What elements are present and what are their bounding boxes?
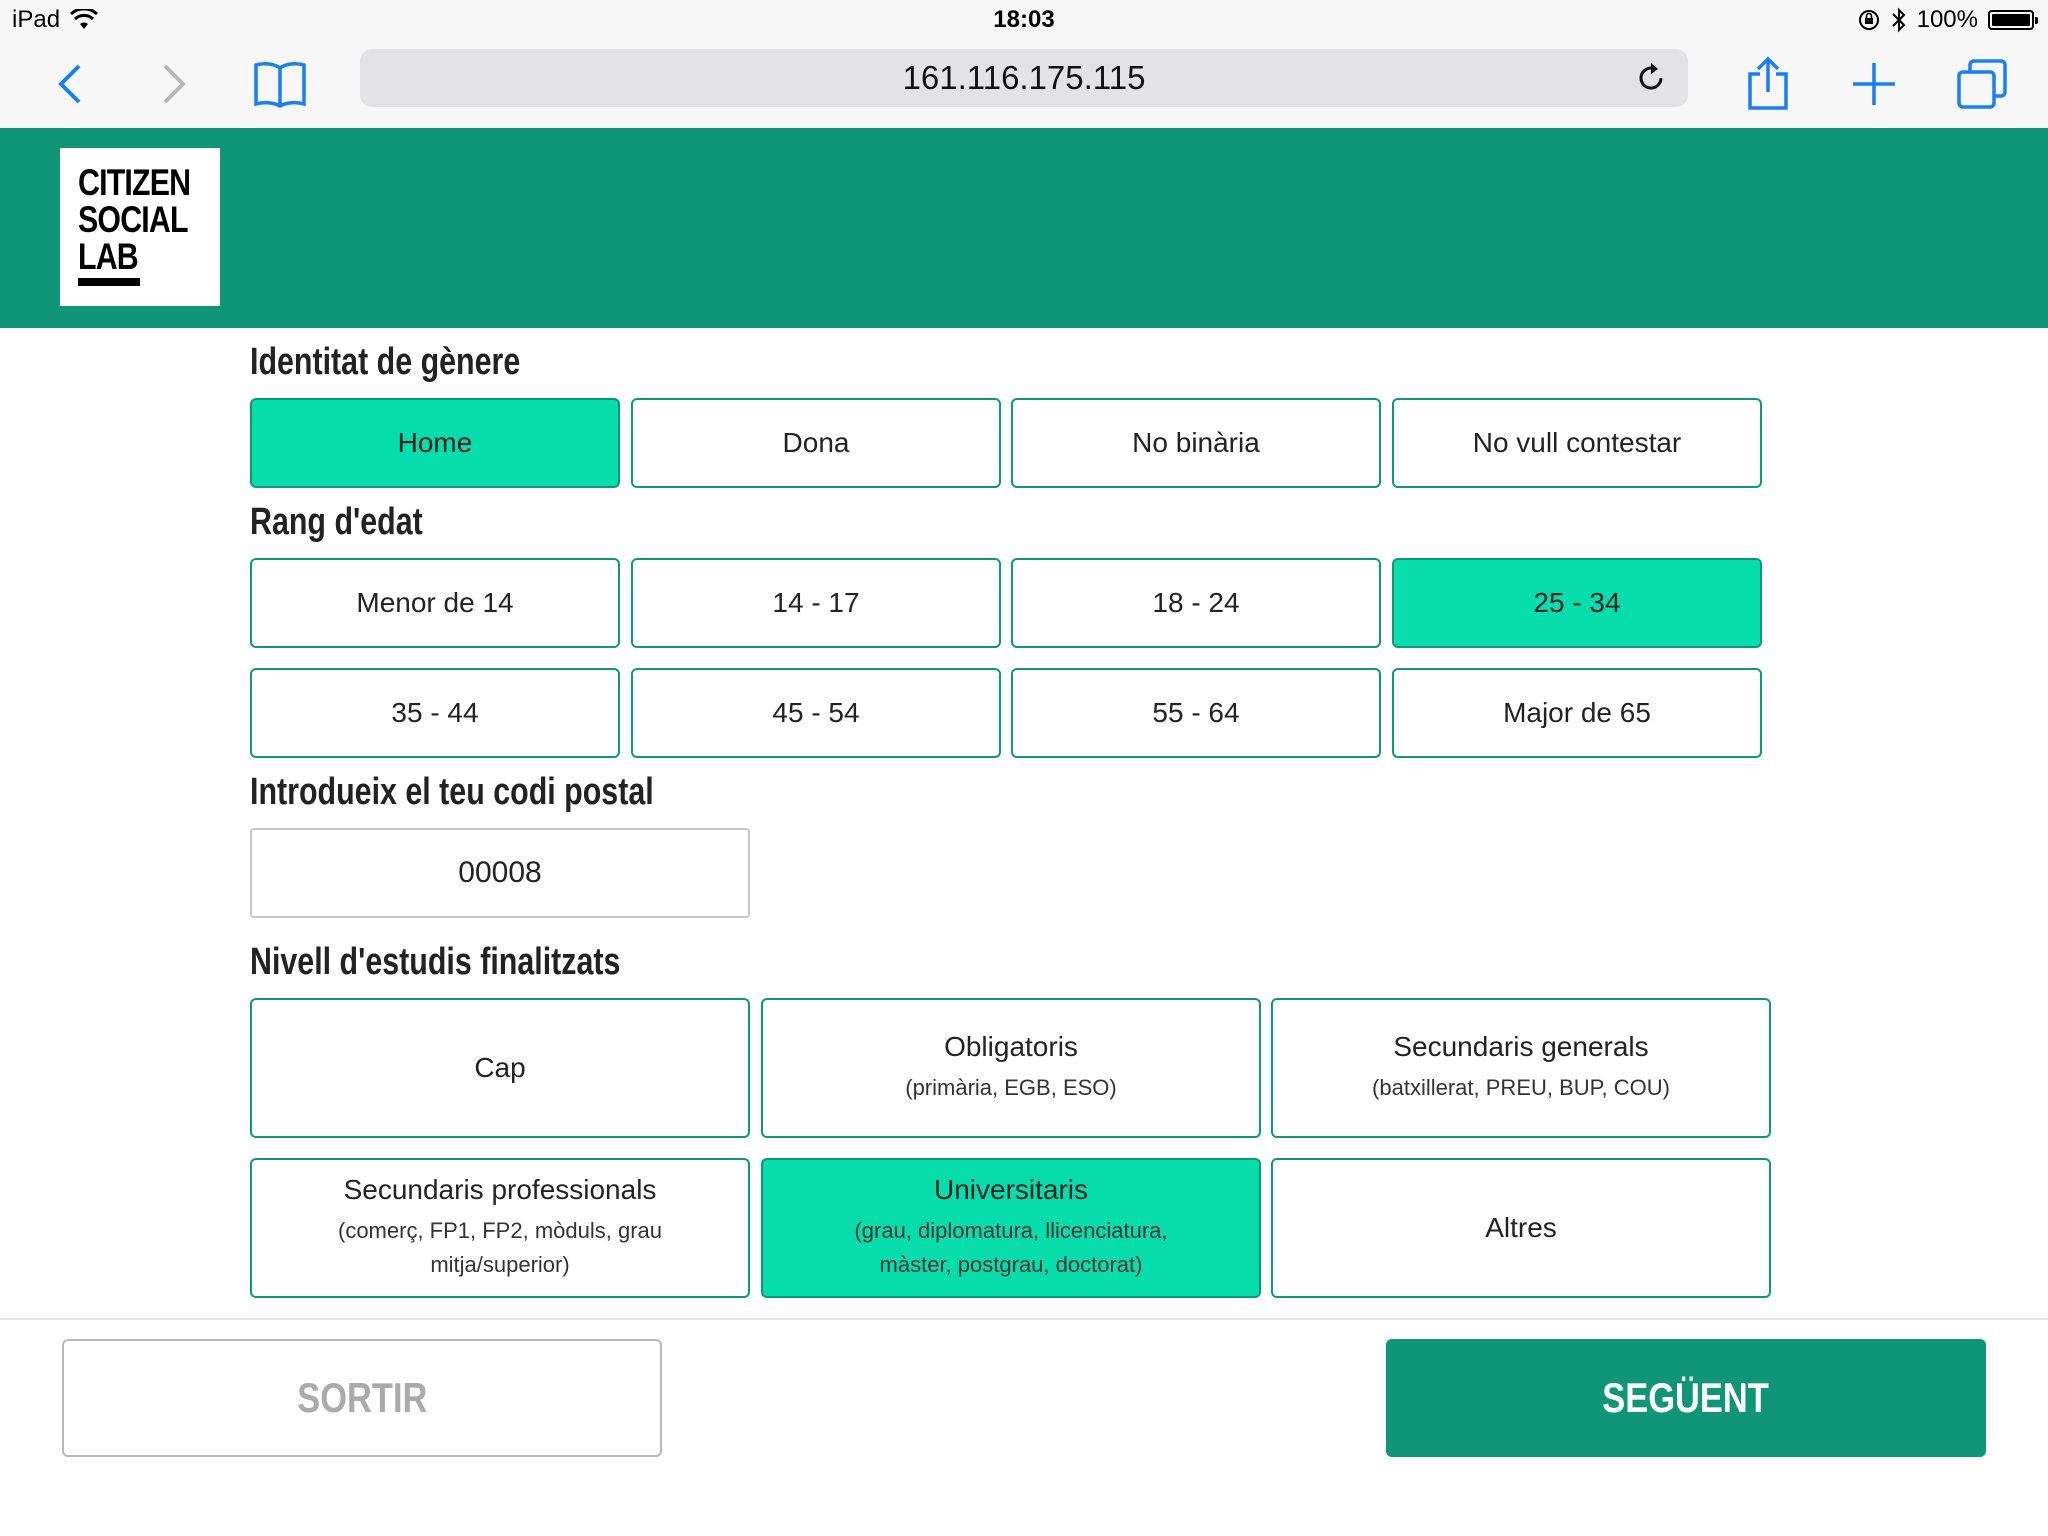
studies-option-cap[interactable]: Cap xyxy=(250,998,750,1138)
tabs-icon xyxy=(1957,59,2007,109)
postal-title: Introdueix el teu codi postal xyxy=(250,771,654,813)
exit-label: SORTIR xyxy=(296,1374,428,1421)
option-label: Obligatoris xyxy=(944,1031,1078,1062)
share-icon xyxy=(1748,56,1788,110)
plus-icon xyxy=(1853,63,1895,105)
option-label: Universitaris xyxy=(933,1174,1089,1205)
battery-icon xyxy=(1988,10,2038,30)
address-bar[interactable]: 161.116.175.115 xyxy=(360,49,1688,107)
age-title: Rang d'edat xyxy=(250,501,423,543)
option-label: Cap xyxy=(474,1052,526,1083)
back-button[interactable] xyxy=(40,54,100,114)
logo-line-2: SOCIAL xyxy=(78,199,189,240)
forward-button[interactable] xyxy=(144,54,204,114)
chevron-left-icon xyxy=(58,64,81,104)
status-time: 18:03 xyxy=(993,6,1055,33)
age-option-18-24[interactable]: 18 - 24 xyxy=(1011,558,1381,648)
studies-option-secundaris-professionals[interactable]: Secundaris professionals (comerç, FP1, F… xyxy=(250,1158,750,1298)
gender-option-no-binaria[interactable]: No binària xyxy=(1011,398,1381,488)
option-label: No binària xyxy=(1132,427,1260,458)
browser-toolbar: 161.116.175.115 xyxy=(0,40,2048,129)
exit-button[interactable]: SORTIR xyxy=(62,1339,662,1457)
studies-option-obligatoris[interactable]: Obligatoris (primària, EGB, ESO) xyxy=(761,998,1261,1138)
option-label: 55 - 64 xyxy=(1152,697,1240,728)
orientation-lock-icon xyxy=(1858,10,1879,30)
option-detail: (comerç, FP1, FP2, mòduls, grau mitja/su… xyxy=(338,1218,662,1277)
app-header: CITIZEN SOCIAL LAB xyxy=(0,128,2048,328)
option-label: 25 - 34 xyxy=(1533,587,1621,618)
next-button[interactable]: SEGÜENT xyxy=(1386,1339,1986,1457)
status-bar: iPad 18:03 100% xyxy=(0,0,2048,40)
logo-line-3: LAB xyxy=(78,236,139,277)
option-label: Secundaris generals xyxy=(1393,1031,1649,1062)
studies-option-secundaris-generals[interactable]: Secundaris generals (batxillerat, PREU, … xyxy=(1271,998,1771,1138)
option-label: 35 - 44 xyxy=(391,697,479,728)
share-button[interactable] xyxy=(1738,54,1798,114)
option-label: Dona xyxy=(782,427,850,458)
studies-option-universitaris[interactable]: Universitaris (grau, diplomatura, llicen… xyxy=(761,1158,1261,1298)
option-label: 18 - 24 xyxy=(1152,587,1240,618)
logo-underline xyxy=(78,278,140,286)
option-label: Major de 65 xyxy=(1503,697,1651,728)
chevron-right-icon xyxy=(163,64,186,104)
bluetooth-icon xyxy=(1891,7,1906,33)
option-label: No vull contestar xyxy=(1472,427,1682,458)
age-option-under-14[interactable]: Menor de 14 xyxy=(250,558,620,648)
option-detail: (batxillerat, PREU, BUP, COU) xyxy=(1372,1075,1670,1100)
postal-code-input[interactable] xyxy=(250,828,750,918)
gender-option-home[interactable]: Home xyxy=(250,398,620,488)
gender-option-no-contestar[interactable]: No vull contestar xyxy=(1392,398,1762,488)
studies-option-altres[interactable]: Altres xyxy=(1271,1158,1771,1298)
age-option-45-54[interactable]: 45 - 54 xyxy=(631,668,1001,758)
citizen-social-lab-logo[interactable]: CITIZEN SOCIAL LAB xyxy=(60,148,220,306)
option-label: Menor de 14 xyxy=(356,587,514,618)
age-option-14-17[interactable]: 14 - 17 xyxy=(631,558,1001,648)
option-label: 14 - 17 xyxy=(772,587,860,618)
bookmarks-button[interactable] xyxy=(250,54,310,114)
option-label: Altres xyxy=(1485,1212,1557,1243)
battery-percent: 100% xyxy=(1916,6,1978,33)
age-option-25-34[interactable]: 25 - 34 xyxy=(1392,558,1762,648)
studies-title: Nivell d'estudis finalitzats xyxy=(250,941,621,983)
option-detail: (primària, EGB, ESO) xyxy=(905,1075,1117,1100)
option-label: Secundaris professionals xyxy=(343,1174,657,1205)
next-label: SEGÜENT xyxy=(1602,1374,1770,1421)
gender-title: Identitat de gènere xyxy=(250,341,521,383)
option-label: Home xyxy=(397,427,473,458)
option-detail: (grau, diplomatura, llicenciatura, màste… xyxy=(854,1218,1168,1277)
book-icon xyxy=(254,62,306,108)
age-option-over-65[interactable]: Major de 65 xyxy=(1392,668,1762,758)
logo-line-1: CITIZEN xyxy=(78,162,191,203)
option-label: 45 - 54 xyxy=(772,697,860,728)
new-tab-button[interactable] xyxy=(1844,54,1904,114)
reload-icon[interactable] xyxy=(1634,61,1668,95)
gender-option-dona[interactable]: Dona xyxy=(631,398,1001,488)
url-text: 161.116.175.115 xyxy=(902,59,1146,96)
age-option-55-64[interactable]: 55 - 64 xyxy=(1011,668,1381,758)
footer-divider xyxy=(0,1318,2048,1320)
age-option-35-44[interactable]: 35 - 44 xyxy=(250,668,620,758)
status-right: 100% xyxy=(1857,6,2038,34)
tabs-button[interactable] xyxy=(1952,54,2012,114)
